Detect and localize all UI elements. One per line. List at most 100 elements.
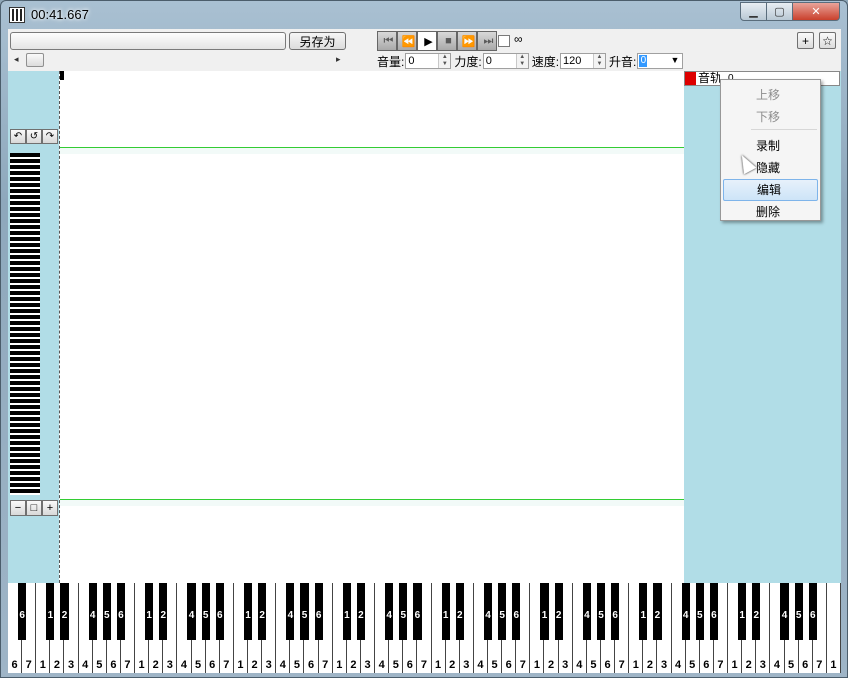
scroll-thumb[interactable] xyxy=(26,53,44,67)
close-button[interactable]: ✕ xyxy=(792,2,840,21)
black-key[interactable]: 5 xyxy=(695,583,704,640)
black-key[interactable]: 1 xyxy=(639,583,648,640)
favorite-button[interactable]: ☆ xyxy=(819,32,836,49)
dropdown-arrow-icon[interactable]: ▼ xyxy=(670,55,679,65)
black-key[interactable]: 4 xyxy=(286,583,295,640)
mini-key[interactable] xyxy=(10,183,40,187)
black-key[interactable]: 1 xyxy=(46,583,55,640)
spinner-arrows-icon[interactable]: ▲ ▼ xyxy=(593,54,606,68)
black-key[interactable]: 2 xyxy=(554,583,563,640)
redo-button[interactable]: ↷ xyxy=(42,129,58,144)
mini-key[interactable] xyxy=(10,231,40,235)
mini-key[interactable] xyxy=(10,303,40,307)
black-key[interactable]: 1 xyxy=(145,583,154,640)
black-key[interactable]: 5 xyxy=(596,583,606,640)
black-key[interactable]: 1 xyxy=(441,583,450,640)
mini-key[interactable] xyxy=(10,351,40,355)
black-key[interactable]: 1 xyxy=(342,583,351,640)
mini-key[interactable] xyxy=(10,267,40,271)
menu-item[interactable]: 下移 xyxy=(723,106,818,128)
mini-key[interactable] xyxy=(10,423,40,427)
loop-checkbox[interactable] xyxy=(498,35,510,47)
black-key[interactable]: 6 xyxy=(611,583,620,640)
mini-key[interactable] xyxy=(10,165,40,169)
mini-key[interactable] xyxy=(10,357,40,361)
stop-button[interactable]: ■ xyxy=(437,31,457,51)
skip-end-button[interactable]: ⏭ xyxy=(477,31,497,51)
black-key[interactable]: 5 xyxy=(102,583,111,640)
mini-key[interactable] xyxy=(10,189,40,193)
mini-key[interactable] xyxy=(10,177,40,181)
black-key[interactable]: 6 xyxy=(18,583,27,640)
black-key[interactable]: 2 xyxy=(455,583,464,640)
mini-key[interactable] xyxy=(10,255,40,259)
mini-key[interactable] xyxy=(10,285,40,289)
black-key[interactable]: 4 xyxy=(582,583,591,640)
mini-key[interactable] xyxy=(10,393,40,397)
mini-key[interactable] xyxy=(10,465,40,469)
mini-key[interactable] xyxy=(10,225,40,229)
mini-key[interactable] xyxy=(10,363,40,367)
zoom-out-button[interactable]: − xyxy=(10,500,26,516)
mini-key[interactable] xyxy=(10,447,40,451)
horizontal-scrollbar[interactable]: ◂ ▸ xyxy=(10,52,346,68)
mini-key[interactable] xyxy=(10,195,40,199)
mini-key[interactable] xyxy=(10,345,40,349)
minimize-button[interactable]: ▁ xyxy=(740,2,767,21)
force-spinner[interactable]: 0 ▲ ▼ xyxy=(482,53,529,69)
black-key[interactable]: 5 xyxy=(498,583,507,640)
mini-key[interactable] xyxy=(10,297,40,301)
black-key[interactable]: 4 xyxy=(88,583,97,640)
mini-key[interactable] xyxy=(10,387,40,391)
mini-key[interactable] xyxy=(10,459,40,463)
black-key[interactable]: 6 xyxy=(808,583,817,640)
undo-button[interactable]: ↶ xyxy=(10,129,26,144)
add-track-button[interactable]: + xyxy=(797,32,814,49)
spinner-arrows-icon[interactable]: ▲ ▼ xyxy=(515,54,528,68)
black-key[interactable]: 1 xyxy=(738,583,747,640)
black-key[interactable]: 2 xyxy=(653,583,662,640)
save-as-button[interactable]: 另存为 xyxy=(289,32,346,50)
refresh-button[interactable]: ↺ xyxy=(26,129,42,144)
black-key[interactable]: 4 xyxy=(187,583,196,640)
mini-key[interactable] xyxy=(10,213,40,217)
skip-start-button[interactable]: ⏮ xyxy=(377,31,397,51)
mini-key[interactable] xyxy=(10,207,40,211)
filename-input[interactable] xyxy=(10,32,286,50)
mini-key[interactable] xyxy=(10,279,40,283)
mini-key[interactable] xyxy=(10,153,40,157)
mini-key[interactable] xyxy=(10,333,40,337)
maximize-button[interactable]: ▢ xyxy=(766,2,793,21)
scroll-left-icon[interactable]: ◂ xyxy=(14,54,19,65)
black-key[interactable]: 2 xyxy=(159,583,168,640)
black-key[interactable]: 6 xyxy=(709,583,719,640)
black-key[interactable]: 5 xyxy=(399,583,408,640)
mini-key[interactable] xyxy=(10,237,40,241)
playhead-marker[interactable] xyxy=(60,71,64,80)
mini-key[interactable] xyxy=(10,483,40,487)
black-key[interactable]: 6 xyxy=(314,583,323,640)
speed-spinner[interactable]: 120 ▲ ▼ xyxy=(560,53,607,69)
menu-item[interactable]: 编辑 xyxy=(723,179,818,201)
mini-key[interactable] xyxy=(10,411,40,415)
black-key[interactable]: 4 xyxy=(385,583,394,640)
mini-key[interactable] xyxy=(10,441,40,445)
mini-key[interactable] xyxy=(10,219,40,223)
mini-key[interactable] xyxy=(10,339,40,343)
black-key[interactable]: 6 xyxy=(413,583,422,640)
zoom-reset-button[interactable]: □ xyxy=(26,500,42,516)
mini-key[interactable] xyxy=(10,201,40,205)
piano-roll-canvas[interactable] xyxy=(59,71,685,583)
mini-key[interactable] xyxy=(10,477,40,481)
mini-key[interactable] xyxy=(10,489,40,493)
menu-item[interactable]: 录制 xyxy=(723,135,818,157)
mini-key[interactable] xyxy=(10,381,40,385)
mini-key[interactable] xyxy=(10,369,40,373)
mini-key[interactable] xyxy=(10,417,40,421)
black-key[interactable]: 5 xyxy=(201,583,210,640)
vertical-piano-keys[interactable] xyxy=(10,153,40,495)
play-button[interactable]: ▶ xyxy=(417,31,437,51)
white-key[interactable]: 1 xyxy=(826,583,841,673)
menu-item[interactable]: 删除 xyxy=(723,201,818,223)
pitch-select[interactable]: 0 ▼ xyxy=(637,53,684,69)
